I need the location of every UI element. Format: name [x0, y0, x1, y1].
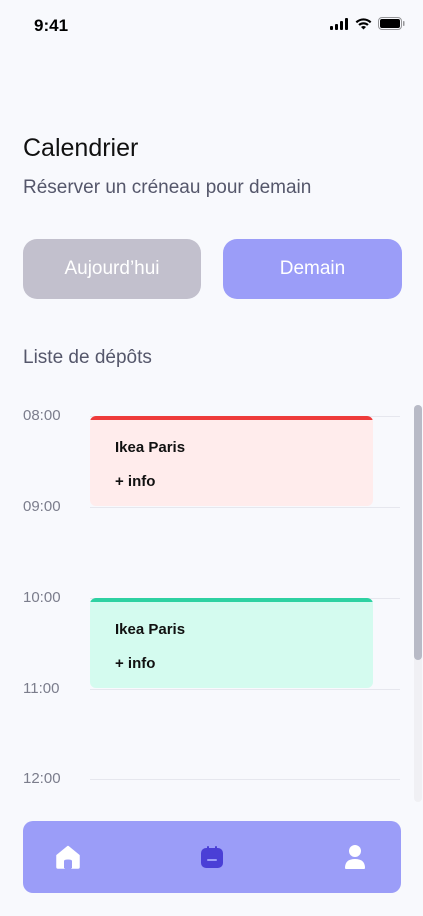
wifi-icon [355, 17, 372, 29]
hour-label: 09:00 [23, 498, 61, 515]
page-title: Calendrier [23, 134, 139, 162]
status-time: 9:41 [34, 16, 69, 35]
hour-line [90, 507, 400, 508]
event-info-link[interactable]: + info [115, 473, 155, 490]
event-name: Ikea Paris [115, 439, 186, 456]
deposit-event[interactable]: Ikea Paris + info [90, 416, 373, 506]
bottom-nav [23, 821, 401, 893]
scrollbar-track[interactable] [414, 405, 422, 802]
user-icon [345, 845, 365, 869]
scrollbar-thumb[interactable] [414, 405, 422, 660]
hour-label: 11:00 [23, 680, 60, 697]
signal-icon [330, 17, 348, 30]
deposit-event[interactable]: Ikea Paris + info [90, 598, 373, 688]
hour-line [90, 779, 400, 780]
home-icon [56, 845, 80, 869]
hour-label: 08:00 [23, 407, 61, 424]
status-icons [330, 17, 405, 30]
event-color-bar [90, 598, 373, 602]
calendar-icon [201, 846, 223, 868]
tomorrow-button[interactable]: Demain [223, 239, 402, 299]
status-bar: 9:41 [0, 0, 423, 48]
page-subtitle: Réserver un créneau pour demain [23, 177, 312, 198]
deposits-section-title: Liste de dépôts [23, 347, 152, 368]
hour-line [90, 689, 400, 690]
nav-calendar[interactable] [198, 843, 226, 871]
nav-profile[interactable] [341, 843, 369, 871]
battery-icon [378, 17, 405, 30]
hour-label: 12:00 [23, 770, 61, 787]
event-name: Ikea Paris [115, 621, 186, 638]
event-color-bar [90, 416, 373, 420]
hour-label: 10:00 [23, 589, 61, 606]
today-button[interactable]: Aujourd’hui [23, 239, 201, 299]
event-info-link[interactable]: + info [115, 655, 155, 672]
nav-home[interactable] [54, 843, 82, 871]
